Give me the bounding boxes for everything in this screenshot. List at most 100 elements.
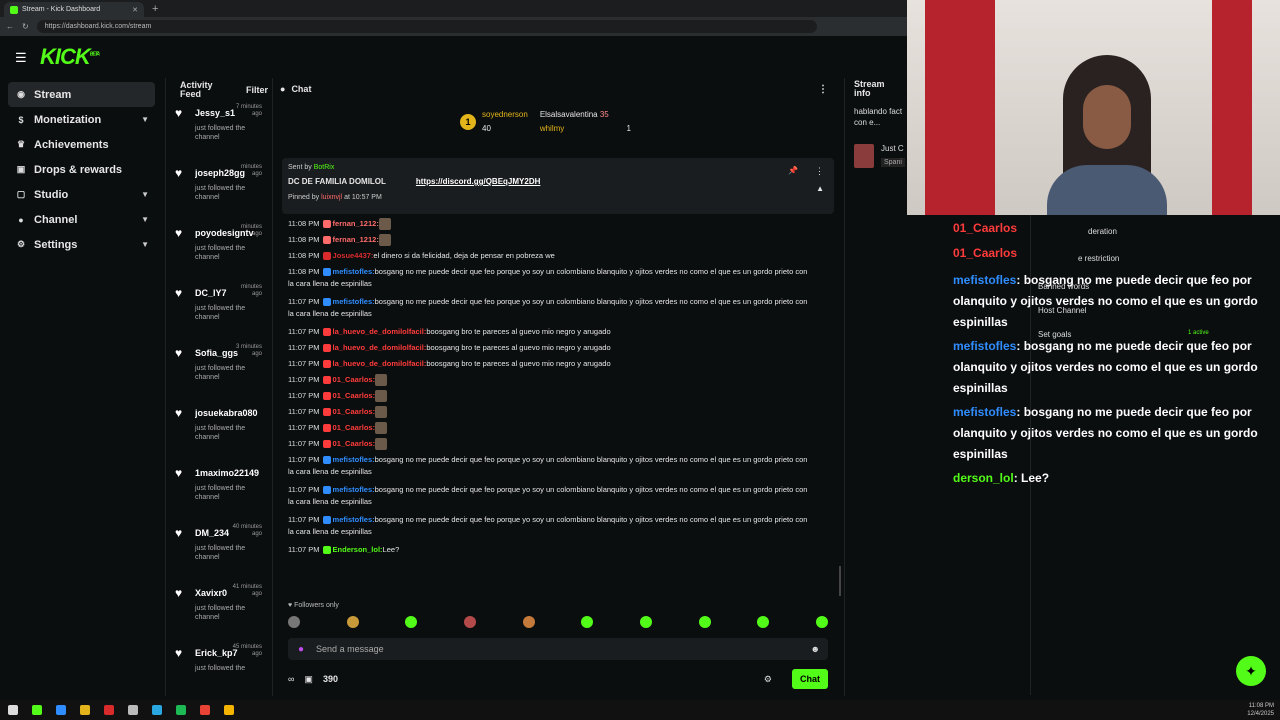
collapse-icon[interactable]: ▲	[816, 184, 824, 193]
close-tab-icon[interactable]: ✕	[132, 6, 138, 14]
gifter-name[interactable]: soyednerson	[482, 108, 528, 122]
pinned-bot-name[interactable]: BotRix	[314, 164, 335, 171]
message-username[interactable]: Enderson_lol:	[333, 545, 383, 554]
emote-icon[interactable]	[815, 616, 828, 628]
chat-input[interactable]: ● Send a message ☻	[288, 638, 828, 660]
pinned-more-icon[interactable]: ⋮	[815, 166, 824, 177]
message-username[interactable]: 01_Caarlos:	[333, 407, 376, 416]
reload-icon[interactable]: ↻	[22, 22, 29, 31]
sidebar-item-achievements[interactable]: ♛ Achievements	[0, 132, 163, 157]
app-icon[interactable]	[104, 705, 114, 715]
folder-icon[interactable]	[80, 705, 90, 715]
sidebar-item-stream[interactable]: ◉ Stream	[8, 82, 155, 107]
message-username[interactable]: la_huevo_de_domilolfacil:	[333, 327, 427, 336]
chat-message[interactable]: 11:07 PM 01_Caarlos:	[288, 406, 808, 419]
activity-item[interactable]: ♥ Jessy_s1 7 minutes ago just followed the …	[166, 102, 272, 162]
message-username[interactable]: mefistofles:	[333, 455, 375, 464]
chat-message[interactable]: 11:07 PM la_huevo_de_domilolfacil:boosgan…	[288, 358, 808, 370]
message-username[interactable]: la_huevo_de_domilolfacil:	[333, 343, 427, 352]
chrome-icon[interactable]	[200, 705, 210, 715]
message-username[interactable]: mefistofles:	[333, 485, 375, 494]
message-username[interactable]: 01_Caarlos:	[333, 423, 376, 432]
activity-item[interactable]: ♥ Xavixr0 41 minutes ago just followed the …	[166, 582, 272, 642]
message-username[interactable]: fernan_1212:	[333, 235, 379, 244]
app-icon[interactable]	[152, 705, 162, 715]
activity-item[interactable]: ♥ joseph28gg minutes ago just followed the …	[166, 162, 272, 222]
chat-message[interactable]: 11:07 PM la_huevo_de_domilolfacil:boosgan…	[288, 342, 808, 354]
sidebar-item-settings[interactable]: ⚙ Settings ▼	[0, 232, 163, 257]
message-username[interactable]: mefistofles:	[333, 267, 375, 276]
chat-message[interactable]: 11:07 PM mefistofles:bosgang no me puede …	[288, 484, 808, 508]
chat-message[interactable]: 11:08 PM mefistofles:bosgang no me puede …	[288, 266, 808, 290]
chat-message[interactable]: 11:08 PM fernan_1212:	[288, 234, 808, 247]
sidebar-item-studio[interactable]: ▢ Studio ▼	[0, 182, 163, 207]
windows-start-icon[interactable]	[8, 705, 18, 715]
emote-icon[interactable]	[405, 616, 418, 628]
message-username[interactable]: la_huevo_de_domilolfacil:	[333, 359, 427, 368]
emote-icon[interactable]	[346, 616, 359, 628]
pinned-by-user[interactable]: luixnvjl	[321, 194, 342, 201]
message-username[interactable]: 01_Caarlos:	[333, 375, 376, 384]
sidebar-item-monetization[interactable]: $ Monetization ▼	[0, 107, 163, 132]
chat-message[interactable]: 11:08 PM fernan_1212:	[288, 218, 808, 231]
chat-message[interactable]: 11:07 PM mefistofles:bosgang no me puede …	[288, 296, 808, 320]
gifter-name[interactable]: whilmy	[540, 124, 564, 133]
app-icon[interactable]	[224, 705, 234, 715]
message-username[interactable]: mefistofles:	[333, 515, 375, 524]
menu-icon[interactable]: ☰	[15, 50, 27, 66]
emote-icon[interactable]	[522, 616, 535, 628]
kick-logo[interactable]: KICKBETA	[40, 44, 100, 70]
activity-item[interactable]: ♥ josuekabra080 just followed the channel	[166, 402, 272, 462]
chat-message[interactable]: 11:07 PM 01_Caarlos:	[288, 390, 808, 403]
chat-message[interactable]: 11:07 PM Enderson_lol:Lee?	[288, 544, 808, 556]
emote-icon[interactable]	[757, 616, 770, 628]
activity-item[interactable]: ♥ poyodesigntv minutes ago just followed th…	[166, 222, 272, 282]
message-username[interactable]: 01_Caarlos:	[333, 439, 376, 448]
spotify-icon[interactable]	[176, 705, 186, 715]
message-username[interactable]: Josue4437:	[333, 251, 374, 260]
emote-icon[interactable]	[581, 616, 594, 628]
activity-item[interactable]: ♥ Sofia_ggs 3 minutes ago just followed the…	[166, 342, 272, 402]
emoji-icon[interactable]: ☻	[811, 644, 820, 654]
sidebar-item-drops[interactable]: ▣ Drops & rewards	[0, 157, 163, 182]
more-options-icon[interactable]: ⋮	[818, 84, 828, 95]
message-username[interactable]: mefistofles:	[333, 297, 375, 306]
message-username[interactable]: fernan_1212:	[333, 219, 379, 228]
chat-message[interactable]: 11:08 PM Josue4437:el dinero si da felici…	[288, 250, 808, 262]
emote-icon[interactable]	[639, 616, 652, 628]
activity-item[interactable]: ♥ DM_234 40 minutes ago just followed the c…	[166, 522, 272, 582]
activity-item[interactable]: ♥ DC_IY7 minutes ago just followed the chan…	[166, 282, 272, 342]
browser-tab[interactable]: Stream - Kick Dashboard ✕	[4, 2, 144, 17]
new-tab-icon[interactable]: +	[152, 2, 158, 17]
follower-name[interactable]: 1maximo221494	[195, 468, 259, 478]
emote-icon[interactable]	[463, 616, 476, 628]
filter-button[interactable]: Filter	[246, 85, 268, 95]
chat-message[interactable]: 11:07 PM 01_Caarlos:	[288, 374, 808, 387]
activity-item[interactable]: ♥ Erick_kp7 45 minutes ago just followed th…	[166, 642, 272, 702]
chat-message[interactable]: 11:07 PM 01_Caarlos:	[288, 438, 808, 451]
message-username[interactable]: 01_Caarlos:	[333, 391, 376, 400]
chat-scrollbar[interactable]	[839, 566, 841, 596]
chat-settings-icon[interactable]: ⚙	[764, 674, 772, 685]
back-icon[interactable]: ←	[6, 22, 14, 31]
category-name[interactable]: Just C	[881, 144, 904, 153]
chat-message[interactable]: 11:07 PM 01_Caarlos:	[288, 422, 808, 435]
follower-name[interactable]: josuekabra080	[195, 408, 259, 418]
category-thumbnail[interactable]	[854, 144, 874, 168]
app-icon[interactable]	[32, 705, 42, 715]
support-chat-icon[interactable]: ✦	[1236, 656, 1266, 686]
browser-icon[interactable]	[56, 705, 66, 715]
emote-icon[interactable]	[288, 616, 300, 628]
app-icon[interactable]	[128, 705, 138, 715]
activity-item[interactable]: ♥ 1maximo221494 just followed the channel	[166, 462, 272, 522]
sidebar-item-channel[interactable]: ● Channel ▼	[0, 207, 163, 232]
mic-icon[interactable]: ●	[298, 644, 304, 655]
emote-icon[interactable]	[698, 616, 711, 628]
chat-message[interactable]: 11:07 PM mefistofles:bosgang no me puede …	[288, 454, 808, 478]
gifter-name[interactable]: Elsalsavalentina	[540, 110, 598, 119]
address-bar[interactable]: https://dashboard.kick.com/stream	[36, 20, 817, 33]
pin-icon[interactable]: 📌	[788, 166, 798, 175]
send-chat-button[interactable]: Chat	[792, 669, 828, 689]
chat-message[interactable]: 11:07 PM mefistofles:bosgang no me puede …	[288, 514, 808, 538]
chat-message[interactable]: 11:07 PM la_huevo_de_domilolfacil:boosgan…	[288, 326, 808, 338]
